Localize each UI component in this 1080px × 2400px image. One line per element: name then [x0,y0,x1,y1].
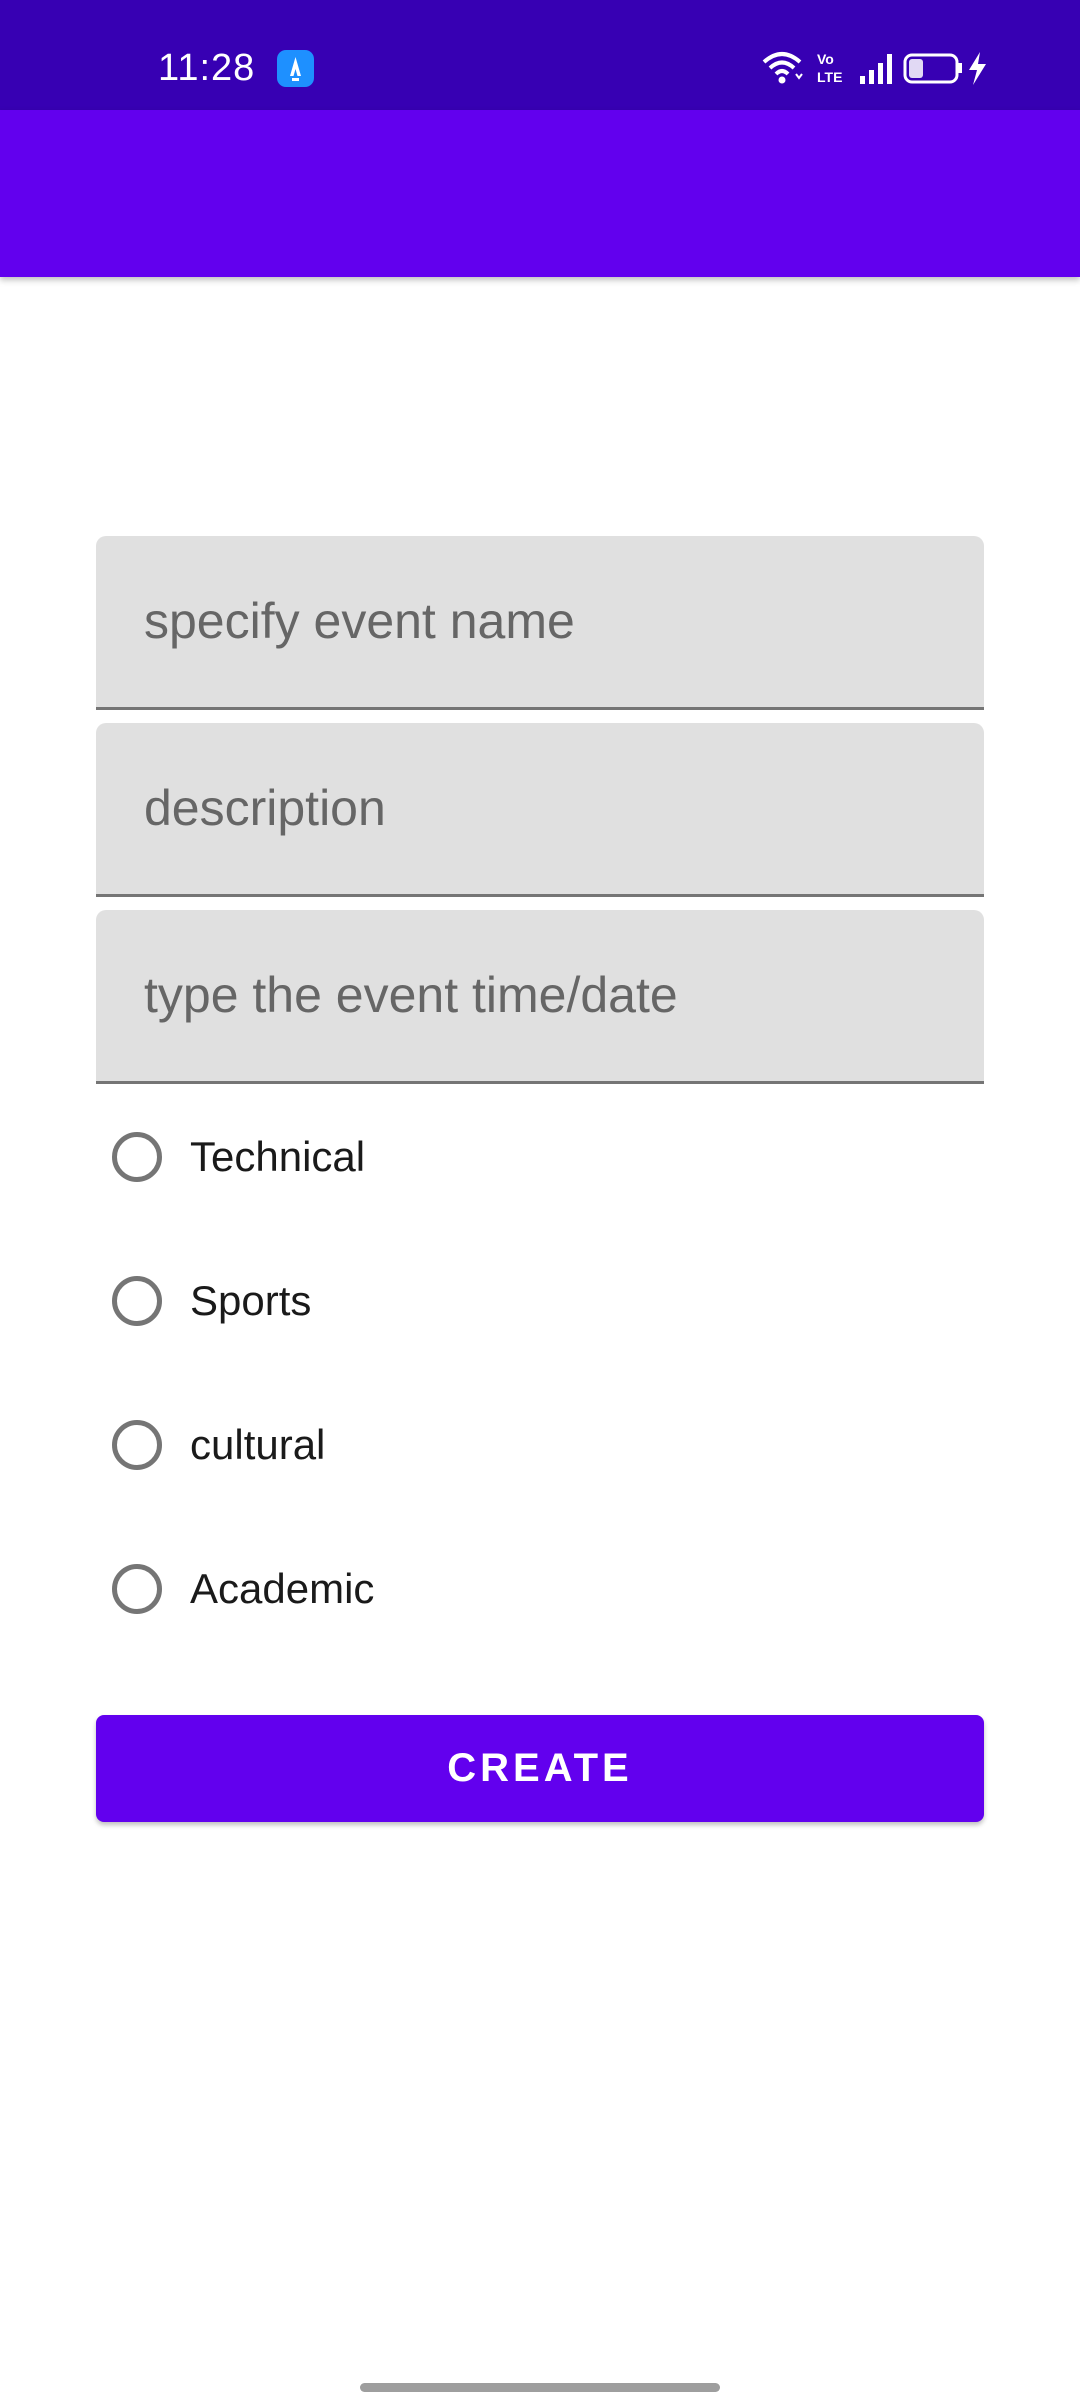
event-form: Technical Sports cultural Academic CREAT… [96,520,984,1845]
radio-label-sports: Sports [190,1277,312,1324]
radio-circle-icon[interactable] [112,1276,162,1326]
event-datetime-field[interactable] [96,910,984,1084]
app-bar [0,110,1080,277]
signal-icon [860,54,892,84]
charging-icon [969,52,986,85]
create-button[interactable]: CREATE [96,1715,984,1822]
status-icons: Vo LTE [762,48,1012,88]
radio-label-technical: Technical [190,1133,366,1180]
event-name-input[interactable] [144,586,944,656]
status-bar: 11:28 Vo LTE [0,0,1080,110]
event-name-field[interactable] [96,536,984,710]
wifi-icon [762,52,803,84]
description-input[interactable] [144,773,944,843]
radio-circle-icon[interactable] [112,1564,162,1614]
radio-circle-icon[interactable] [112,1132,162,1182]
home-indicator[interactable] [360,2383,720,2392]
battery-icon [903,53,962,84]
radio-cultural[interactable]: cultural [112,1390,612,1500]
volte-icon: Vo LTE [817,51,842,85]
svg-text:LTE: LTE [817,69,842,85]
description-field[interactable] [96,723,984,897]
app-notification-icon [277,50,314,87]
radio-technical[interactable]: Technical [112,1102,612,1212]
radio-circle-icon[interactable] [112,1420,162,1470]
radio-academic[interactable]: Academic [112,1534,612,1644]
radio-label-academic: Academic [190,1565,375,1612]
radio-sports[interactable]: Sports [112,1246,612,1356]
status-time: 11:28 [158,47,256,89]
radio-label-cultural: cultural [190,1421,326,1468]
svg-text:Vo: Vo [817,51,834,67]
event-datetime-input[interactable] [144,960,944,1030]
